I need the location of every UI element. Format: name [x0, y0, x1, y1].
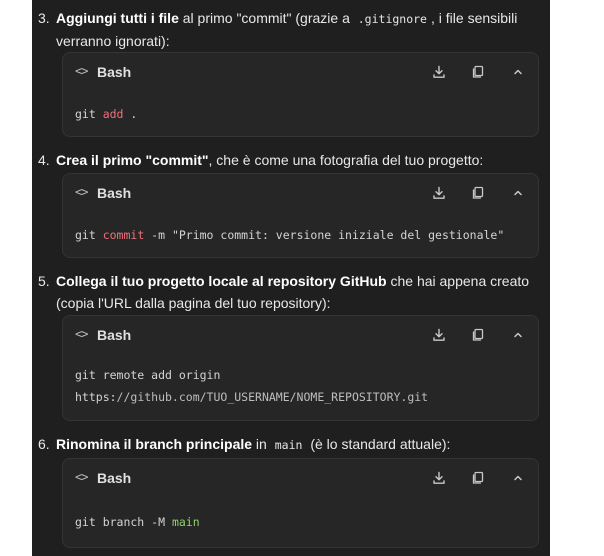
code-block: <> Bash git add . [62, 52, 539, 137]
step-bold: Crea il primo "commit" [56, 152, 209, 168]
step-number: 5. [38, 273, 50, 289]
code-block: <> Bash git branch -M main [62, 458, 539, 548]
step-number: 6. [38, 436, 50, 452]
code-block-header: <> Bash [63, 174, 538, 212]
step-bold: Aggiungi tutti i file [56, 10, 179, 26]
code-brackets-icon: <> [75, 64, 88, 78]
step-text-after: (è lo standard attuale): [306, 436, 451, 452]
copy-icon [472, 186, 484, 199]
code-language: Bash [97, 185, 132, 201]
step-5: 5. Collega il tuo progetto locale al rep… [38, 270, 548, 426]
code-line: git remote add origin [75, 368, 221, 382]
collapse-button[interactable] [508, 62, 528, 82]
copy-icon [472, 65, 484, 78]
code-content: git remote add origin https://github.com… [75, 364, 528, 408]
step-text-rest: , che è come una fotografia del tuo prog… [208, 152, 484, 168]
code-content: git commit -m "Primo commit: versione in… [75, 228, 505, 242]
code-language: Bash [97, 470, 132, 486]
code-content: git branch -M main [75, 515, 200, 529]
download-icon [433, 186, 445, 199]
collapse-button[interactable] [508, 183, 528, 203]
copy-button[interactable] [468, 325, 488, 345]
chevron-up-icon [514, 332, 522, 338]
step-bold: Collega il tuo progetto locale al reposi… [56, 273, 387, 289]
code-content: git add . [75, 107, 138, 121]
code-brackets-icon: <> [75, 470, 88, 484]
step-text: 6. Rinomina il branch principale in main… [38, 433, 548, 456]
inline-code: main [274, 438, 303, 452]
code-language: Bash [97, 327, 132, 343]
step-text: 5. Collega il tuo progetto locale al rep… [38, 270, 548, 314]
inline-code: .gitignore [357, 12, 427, 26]
code-language: Bash [97, 64, 132, 80]
download-button[interactable] [429, 325, 449, 345]
step-number: 3. [38, 10, 50, 26]
chevron-up-icon [514, 475, 522, 481]
code-block-header: <> Bash [63, 53, 538, 91]
copy-button[interactable] [468, 468, 488, 488]
step-4: 4. Crea il primo "commit", che è come un… [38, 149, 548, 259]
step-text: 4. Crea il primo "commit", che è come un… [38, 149, 548, 171]
copy-icon [472, 328, 484, 341]
step-6: 6. Rinomina il branch principale in main… [38, 433, 548, 553]
chevron-up-icon [514, 69, 522, 75]
step-text-before: al primo "commit" (grazie a [178, 10, 354, 26]
download-button[interactable] [429, 468, 449, 488]
collapse-button[interactable] [508, 325, 528, 345]
code-keyword: commit [102, 228, 145, 242]
download-icon [433, 328, 445, 341]
code-block: <> Bash git commit -m "Primo commit: ver… [62, 173, 539, 258]
chat-response-panel: 3. Aggiungi tutti i file al primo "commi… [32, 0, 550, 556]
code-brackets-icon: <> [75, 327, 88, 341]
step-number: 4. [38, 152, 50, 168]
download-button[interactable] [429, 183, 449, 203]
copy-button[interactable] [468, 183, 488, 203]
step-bold: Rinomina il branch principale [56, 436, 253, 452]
copy-button[interactable] [468, 62, 488, 82]
code-block-header: <> Bash [63, 459, 538, 497]
step-text-before: in [252, 436, 271, 452]
copy-icon [472, 471, 484, 484]
collapse-button[interactable] [508, 468, 528, 488]
code-keyword: main [171, 515, 200, 529]
code-line: https://github.com/TUO_USERNAME/NOME_REP… [75, 390, 429, 404]
download-button[interactable] [429, 62, 449, 82]
code-brackets-icon: <> [75, 185, 88, 199]
download-icon [433, 471, 445, 484]
download-icon [433, 65, 445, 78]
code-block-header: <> Bash [63, 316, 538, 354]
code-block: <> Bash git remote add origin https://gi… [62, 315, 539, 421]
step-3: 3. Aggiungi tutti i file al primo "commi… [38, 7, 548, 142]
step-text: 3. Aggiungi tutti i file al primo "commi… [38, 7, 548, 52]
code-keyword: add [102, 107, 124, 121]
chevron-up-icon [514, 190, 522, 196]
